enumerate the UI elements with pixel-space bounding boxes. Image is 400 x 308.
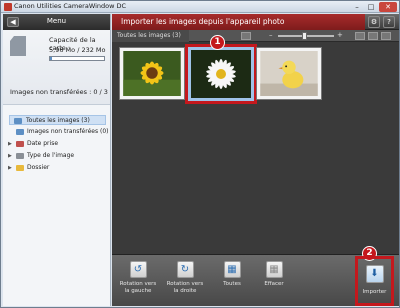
calendar-icon [16, 141, 24, 147]
rotate-left-button[interactable]: ↺ Rotation vers la gauche [118, 261, 158, 294]
tree-item-all-images[interactable]: Toutes les images (3) [9, 115, 106, 125]
list-view-icon[interactable] [368, 32, 378, 40]
main-panel: Importer les images depuis l'appareil ph… [112, 14, 399, 306]
app-icon [4, 3, 12, 11]
thumbnail-sunflower[interactable] [119, 47, 185, 100]
expand-arrow-icon[interactable]: ▶ [8, 163, 12, 173]
select-filter-icon[interactable] [241, 32, 251, 40]
close-button[interactable]: ✕ [379, 2, 397, 12]
import-label: Importer [362, 289, 387, 295]
image-type-icon [16, 153, 24, 159]
tree-item-image-type[interactable]: ▶ Type de l'image [3, 151, 110, 161]
select-all-button[interactable]: ▦ Toutes [212, 261, 252, 288]
clear-selection-button[interactable]: ▦ Effacer [254, 261, 294, 288]
folder-icon [16, 165, 24, 171]
tree-item-label: Type de l'image [27, 152, 75, 159]
category-tree: Toutes les images (3) Images non transfé… [3, 105, 110, 173]
sunflower-image [123, 51, 181, 96]
chick-image [260, 51, 318, 96]
minimize-button[interactable]: – [351, 2, 363, 12]
import-button[interactable]: ⬇ Importer [355, 256, 394, 306]
page-title: Importer les images depuis l'appareil ph… [112, 14, 365, 30]
grid-view-icon[interactable] [355, 32, 365, 40]
zoom-slider-handle[interactable] [302, 32, 307, 40]
rotate-left-icon: ↺ [129, 261, 147, 278]
menu-bar: ◀ Menu [3, 14, 110, 30]
tree-item-label: Date prise [27, 140, 59, 147]
select-all-icon: ▦ [223, 261, 241, 278]
tree-item-label: Images non transférées (0) [27, 128, 109, 135]
memory-card-panel: Capacité de la carte : 5,96 Mo / 232 Mo … [3, 30, 110, 105]
card-capacity-value: 5,96 Mo / 232 Mo [49, 46, 106, 54]
zoom-in-icon[interactable]: + [337, 31, 343, 39]
card-capacity-bar [49, 56, 105, 61]
view-toolbar: Toutes les images (3) – + [112, 30, 399, 42]
window-title: Canon Utilities CameraWindow DC [14, 2, 127, 10]
thumbnail-chick[interactable] [256, 47, 322, 100]
tree-item-not-transferred[interactable]: Images non transférées (0) [3, 127, 110, 137]
tab-all-images[interactable]: Toutes les images (3) [112, 30, 189, 42]
rotate-right-icon: ↻ [176, 261, 194, 278]
select-all-label: Toutes [223, 281, 241, 287]
tree-item-date[interactable]: ▶ Date prise [3, 139, 110, 149]
tree-item-label: Dossier [27, 164, 50, 171]
help-icon[interactable]: ? [383, 16, 395, 28]
memory-card-icon [10, 36, 26, 56]
thumbnail-grid: 1 [112, 35, 399, 253]
settings-gear-icon[interactable]: ⚙ [368, 16, 380, 28]
expand-arrow-icon[interactable]: ▶ [8, 139, 12, 149]
expand-arrow-icon[interactable]: ▶ [8, 151, 12, 161]
rotate-right-label: Rotation vers la droite [166, 281, 204, 294]
sidebar: ◀ Menu Capacité de la carte : 5,96 Mo / … [3, 14, 111, 306]
zoom-out-icon[interactable]: – [269, 31, 273, 39]
import-download-icon: ⬇ [365, 265, 384, 283]
card-capacity-fill [50, 57, 52, 60]
rotate-left-label: Rotation vers la gauche [119, 281, 157, 294]
tree-item-label: Toutes les images (3) [26, 117, 90, 124]
fullscreen-icon[interactable] [381, 32, 391, 40]
action-bar: ↺ Rotation vers la gauche ↻ Rotation ver… [112, 246, 399, 306]
app-window: Canon Utilities CameraWindow DC – □ ✕ ◀ … [0, 0, 400, 308]
rotate-right-button[interactable]: ↻ Rotation vers la droite [165, 261, 205, 294]
maximize-button[interactable]: □ [365, 2, 377, 12]
photos-icon [14, 118, 22, 124]
daisy-image [191, 50, 251, 98]
clear-selection-icon: ▦ [265, 261, 283, 278]
not-transferred-count: Images non transférées : 0 / 3 [10, 88, 108, 96]
photos-icon [16, 129, 24, 135]
menu-button[interactable]: Menu [3, 17, 110, 25]
callout-badge-1: 1 [210, 35, 225, 50]
title-bar: Canon Utilities CameraWindow DC – □ ✕ [1, 1, 399, 13]
thumbnail-daisy-selected[interactable] [185, 44, 257, 104]
tree-item-folder[interactable]: ▶ Dossier [3, 163, 110, 173]
header-bar: Importer les images depuis l'appareil ph… [112, 14, 399, 30]
clear-selection-label: Effacer [264, 281, 284, 287]
